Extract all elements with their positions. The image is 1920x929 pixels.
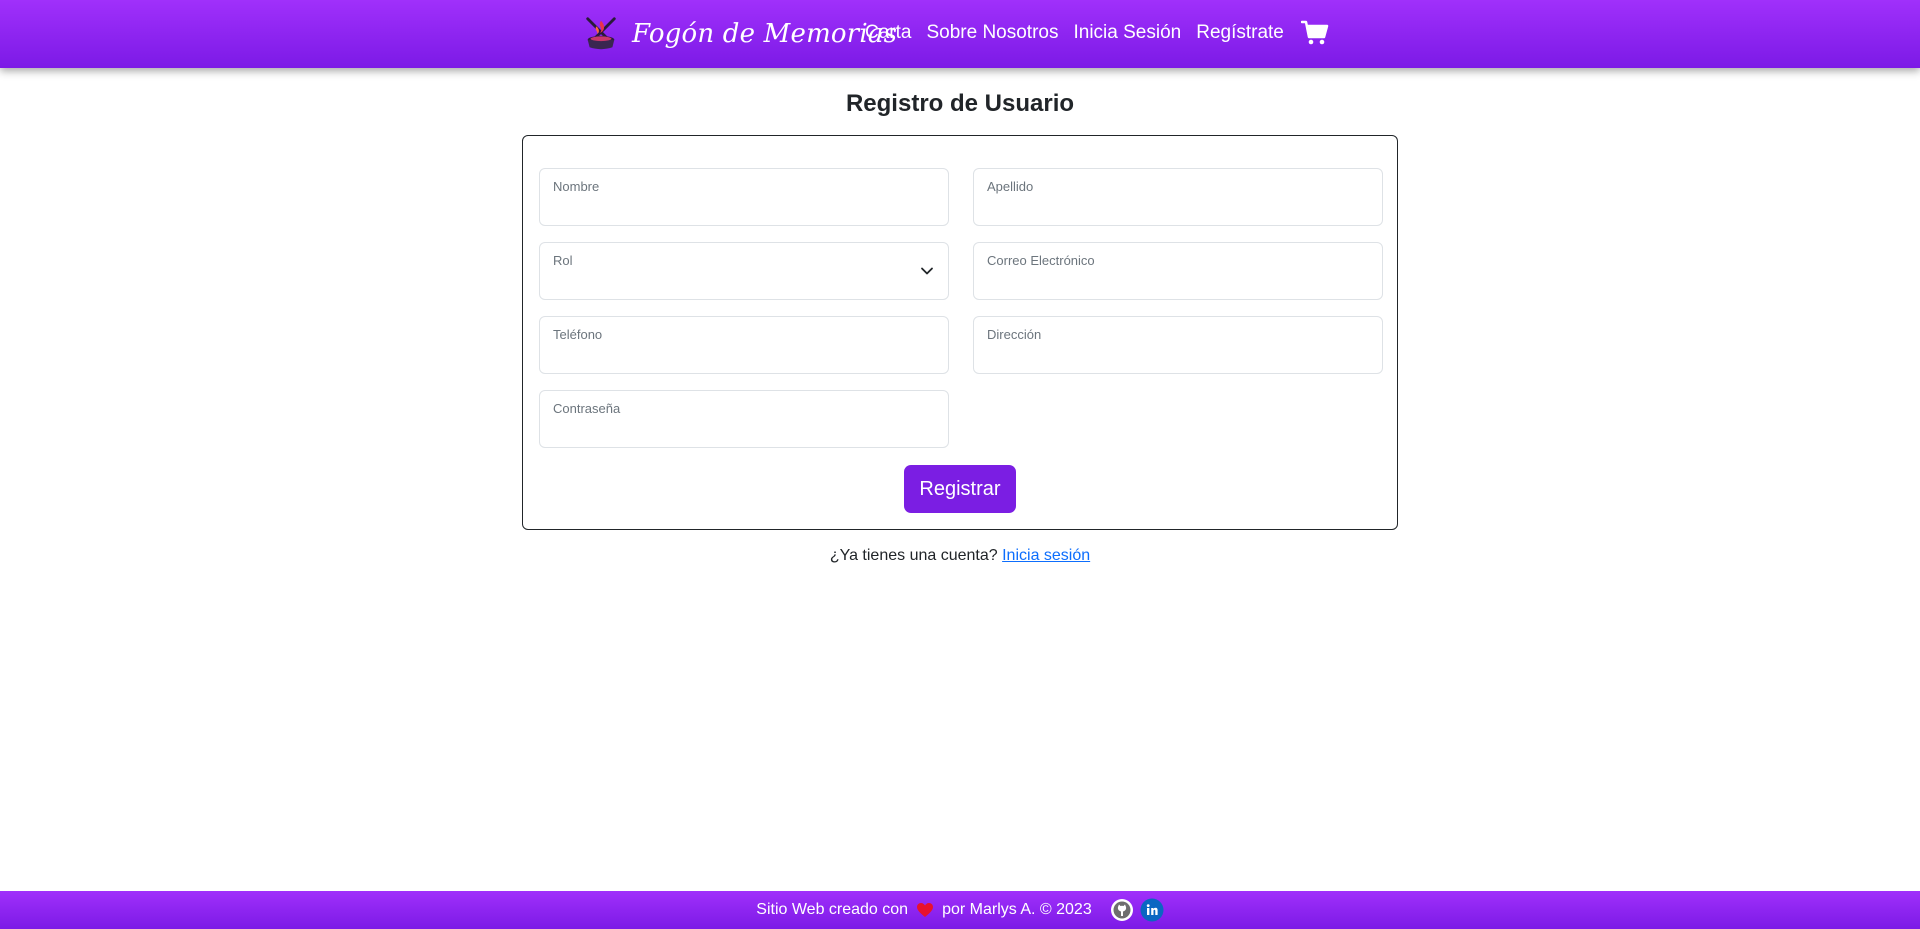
login-prompt: ¿Ya tienes una cuenta? Inicia sesión (0, 547, 1920, 565)
login-link[interactable]: Inicia sesión (1002, 547, 1090, 564)
register-button[interactable]: Registrar (904, 465, 1016, 513)
correo-field[interactable]: Correo Electrónico (973, 242, 1383, 300)
contrasena-label: Contraseña (553, 401, 621, 416)
brand-name: Fogón de Memorias (632, 19, 898, 49)
rol-select[interactable]: Rol (539, 242, 949, 300)
nav-link-sobre-nosotros[interactable]: Sobre Nosotros (926, 22, 1058, 44)
contrasena-field[interactable]: Contraseña (539, 390, 949, 448)
nav-link-registrate[interactable]: Regístrate (1196, 22, 1284, 44)
top-navbar: Fogón de Memorias Carta Sobre Nosotros I… (0, 0, 1920, 68)
chevron-down-icon (921, 267, 933, 275)
telefono-field[interactable]: Teléfono (539, 316, 949, 374)
nombre-field[interactable]: Nombre (539, 168, 949, 226)
nombre-label: Nombre (553, 179, 600, 194)
apellido-label: Apellido (987, 179, 1034, 194)
correo-label: Correo Electrónico (987, 253, 1095, 268)
footer-social-links (1104, 898, 1164, 922)
rol-value (552, 271, 932, 293)
footer-text-after: por Marlys A. © 2023 (942, 901, 1092, 918)
nav-link-carta[interactable]: Carta (865, 22, 911, 44)
login-prompt-text: ¿Ya tienes una cuenta? (829, 547, 998, 564)
direccion-field[interactable]: Dirección (973, 316, 1383, 374)
registration-form: Nombre Apellido Rol Correo Electrónico T… (522, 135, 1398, 530)
shopping-cart-icon[interactable] (1300, 20, 1329, 46)
main-nav: Carta Sobre Nosotros Inicia Sesión Regís… (865, 20, 1329, 46)
contrasena-input[interactable] (552, 419, 932, 441)
page-title: Registro de Usuario (845, 90, 1075, 117)
github-icon[interactable] (1110, 898, 1134, 922)
heart-icon (917, 903, 934, 917)
apellido-field[interactable]: Apellido (973, 168, 1383, 226)
correo-input[interactable] (986, 271, 1366, 293)
footer-text-before: Sitio Web creado con (756, 901, 909, 918)
telefono-label: Teléfono (553, 327, 603, 342)
footer: Sitio Web creado con por Marlys A. © 202… (0, 891, 1920, 929)
apellido-input[interactable] (986, 197, 1366, 219)
brand[interactable]: Fogón de Memorias (582, 14, 897, 54)
nav-link-inicia-sesion[interactable]: Inicia Sesión (1073, 22, 1181, 44)
telefono-input[interactable] (552, 345, 932, 367)
cooking-pot-logo-icon (586, 17, 616, 50)
direccion-input[interactable] (986, 345, 1366, 367)
nombre-input[interactable] (552, 197, 932, 219)
linkedin-icon[interactable] (1140, 898, 1164, 922)
direccion-label: Dirección (987, 327, 1042, 342)
rol-label: Rol (553, 253, 573, 268)
